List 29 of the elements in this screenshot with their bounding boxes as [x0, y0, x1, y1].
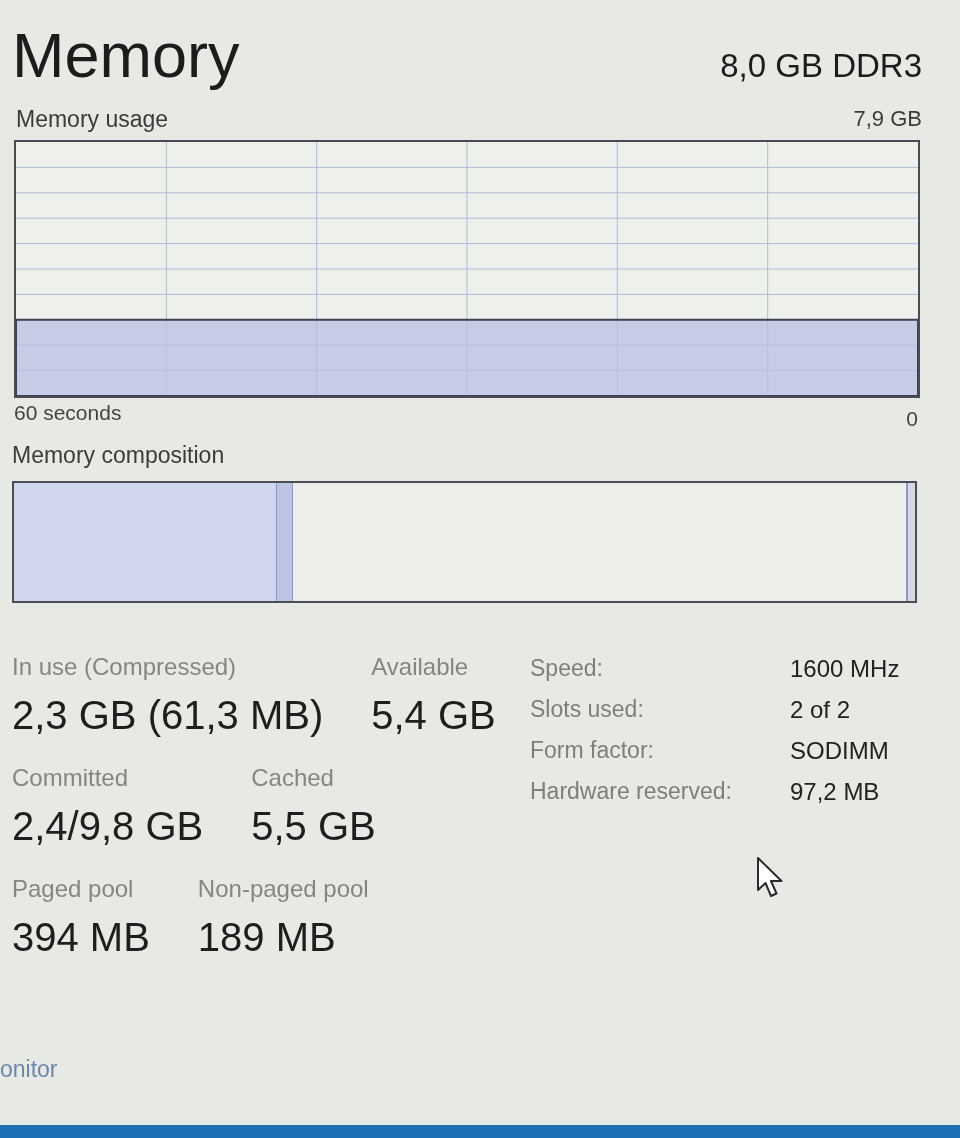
graph-max-label: 7,9 GB: [853, 105, 922, 133]
section-title: Memory composition: [12, 441, 226, 469]
time-span-label: 60 seconds: [13, 400, 122, 426]
stat-label: Paged pool: [12, 875, 135, 903]
page-title: Memory: [12, 19, 240, 91]
stat-value: 394 MB: [12, 914, 150, 960]
detail-value: 2 of 2: [790, 695, 852, 725]
stat-label: Available: [371, 653, 470, 681]
detail-label: Slots used:: [530, 695, 645, 724]
stat-label: Committed: [12, 764, 130, 792]
detail-label: Hardware reserved:: [530, 777, 733, 806]
detail-label: Form factor:: [530, 736, 655, 765]
detail-value: 97,2 MB: [790, 777, 881, 807]
stat-label: Non-paged pool: [197, 875, 369, 903]
monitor-link[interactable]: onitor: [0, 1055, 58, 1083]
stat-value: 5,5 GB: [251, 803, 376, 849]
stat-value: 2,3 GB (61,3 MB): [12, 692, 324, 738]
stat-value: 2,4/9,8 GB: [12, 803, 204, 849]
detail-value: 1600 MHz: [790, 654, 901, 684]
memory-capacity: 8,0 GB DDR3: [720, 46, 922, 86]
stat-value: 189 MB: [197, 914, 337, 960]
time-end-label: 0: [906, 406, 919, 432]
stat-label: Cached: [251, 764, 335, 792]
detail-label: Speed:: [530, 654, 604, 683]
detail-value: SODIMM: [790, 736, 890, 766]
stat-label: In use (Compressed): [12, 653, 238, 681]
mouse-pointer-icon: [756, 856, 784, 900]
stat-value: 5,4 GB: [371, 692, 496, 738]
graph-title: Memory usage: [15, 105, 169, 133]
